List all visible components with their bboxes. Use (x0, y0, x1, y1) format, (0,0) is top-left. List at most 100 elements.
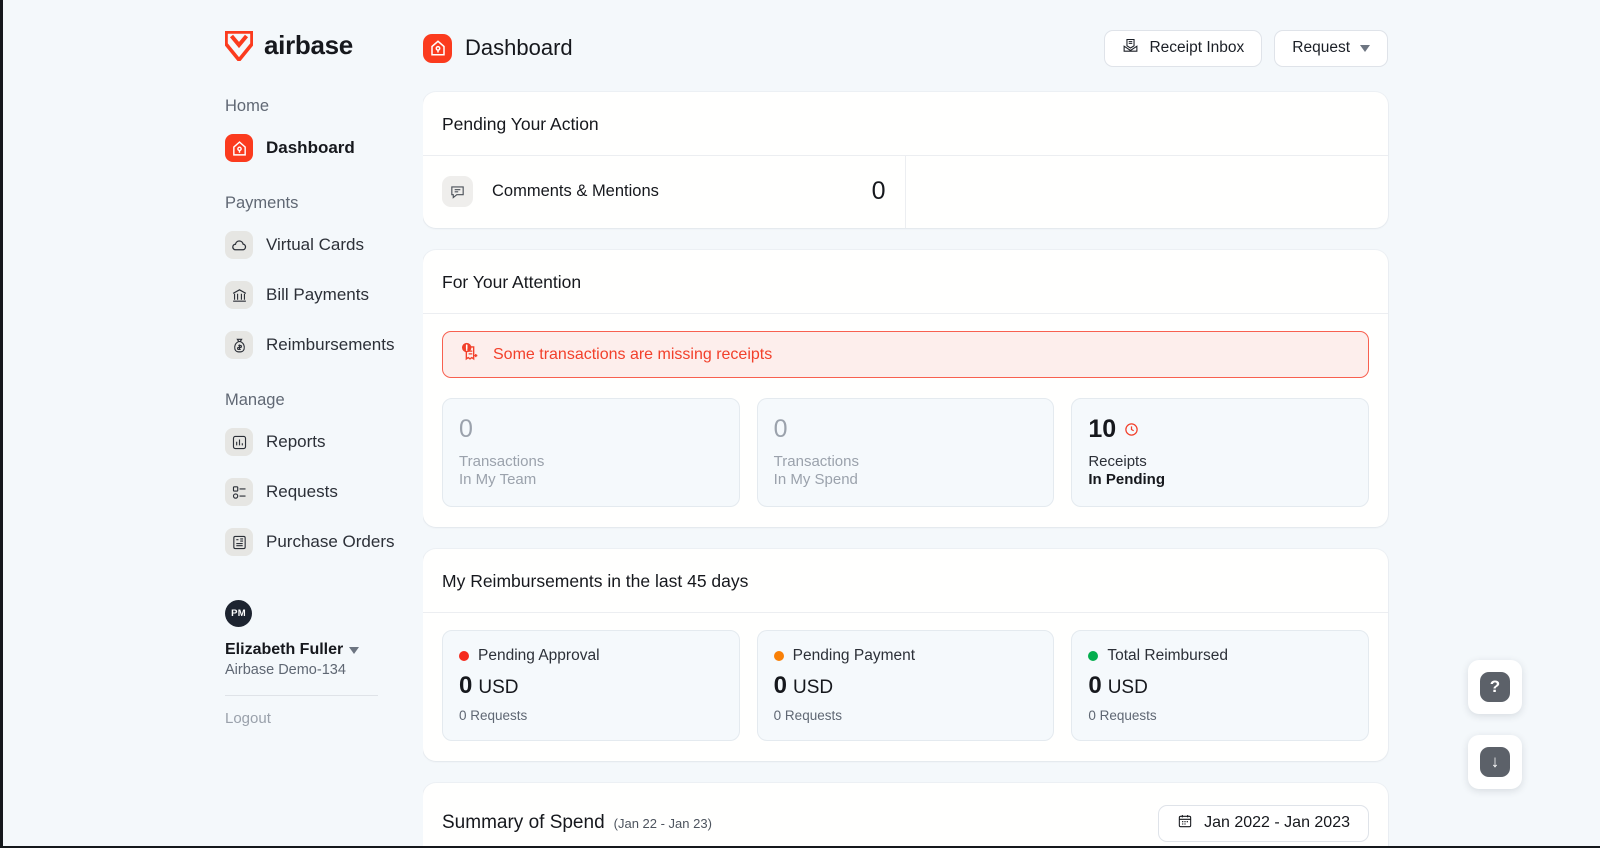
attention-tiles: 0 Transactions In My Team 0 Transactions… (442, 398, 1370, 507)
tile-label: Total Reimbursed (1107, 646, 1228, 664)
page-title-label: Dashboard (465, 35, 573, 60)
status-dot-red (459, 650, 469, 661)
dashboard-cards: Pending Your Action Comments & Mentions … (423, 92, 1600, 846)
logout-link[interactable]: Logout (225, 710, 423, 727)
request-dropdown-button[interactable]: Request (1274, 29, 1388, 67)
tile-amount: 0 (459, 671, 473, 699)
tile-requests: 0 Requests (1088, 707, 1157, 723)
calendar-icon (1177, 813, 1193, 834)
question-mark-icon: ? (1480, 672, 1510, 702)
tile-total-reimbursed[interactable]: Total Reimbursed 0 USD 0 Requests (1071, 629, 1370, 741)
pending-row-count: 0 (871, 177, 886, 205)
missing-receipts-alert[interactable]: Some transactions are missing receipts (442, 331, 1369, 378)
spend-range-note: (Jan 22 - Jan 23) (613, 815, 712, 831)
sidebar-item-requests[interactable]: Requests (3, 472, 423, 512)
tile-pending-approval[interactable]: Pending Approval 0 USD 0 Requests (442, 629, 740, 741)
bar-chart-icon (225, 428, 253, 456)
reimbursements-body: Pending Approval 0 USD 0 Requests Pendin… (423, 613, 1388, 761)
summary-of-spend-card: Summary of Spend (Jan 22 - Jan 23) Jan 2… (423, 782, 1388, 846)
tile-line-2: In My Spend (773, 470, 858, 488)
download-button[interactable]: ↓ (1468, 735, 1522, 789)
sidebar-item-dashboard[interactable]: Dashboard (3, 128, 423, 168)
sidebar-item-label: Bill Payments (266, 285, 369, 304)
request-label: Request (1292, 39, 1350, 56)
tile-line-1: Transactions (459, 452, 545, 470)
sidebar-item-virtual-cards[interactable]: Virtual Cards (3, 225, 423, 265)
sidebar-section-payments: Payments (225, 194, 299, 212)
inbox-icon (1122, 37, 1139, 59)
tile-value: 0 (773, 415, 788, 443)
tile-currency: USD (793, 676, 834, 698)
brand-name: airbase (264, 30, 353, 60)
sidebar-item-bill-payments[interactable]: Bill Payments (3, 275, 423, 315)
user-name-label: Elizabeth Fuller (225, 641, 344, 658)
spend-title: Summary of Spend (442, 812, 605, 834)
sidebar-section-manage: Manage (225, 391, 285, 409)
page-title: Dashboard (423, 33, 573, 63)
tile-currency: USD (1107, 676, 1148, 698)
money-bag-icon (225, 331, 253, 359)
user-org: Airbase Demo-134 (225, 662, 346, 678)
card-title: Pending Your Action (423, 92, 1388, 156)
receipt-warning-icon (459, 341, 481, 368)
tile-value: 10 (1088, 415, 1117, 443)
sidebar-item-reports[interactable]: Reports (3, 422, 423, 462)
sidebar: airbase Home Dashboard Payments Virtual (3, 0, 423, 846)
date-range-label: Jan 2022 - Jan 2023 (1204, 814, 1350, 832)
tile-pending-payment[interactable]: Pending Payment 0 USD 0 Requests (756, 629, 1055, 741)
clock-icon (1124, 415, 1139, 444)
download-arrow-icon: ↓ (1480, 747, 1510, 777)
my-reimbursements-card: My Reimbursements in the last 45 days Pe… (423, 548, 1388, 761)
card-title: For Your Attention (423, 250, 1388, 314)
sidebar-item-label: Reports (266, 432, 326, 451)
card-title: My Reimbursements in the last 45 days (423, 549, 1388, 613)
tile-amount: 0 (1088, 671, 1102, 699)
comment-icon (442, 176, 473, 207)
topbar: Dashboard Receipt Inbox Request (423, 26, 1600, 70)
tile-amount: 0 (773, 671, 788, 699)
receipt-inbox-label: Receipt Inbox (1149, 39, 1245, 56)
reimbursement-tiles: Pending Approval 0 USD 0 Requests Pendin… (442, 629, 1370, 741)
status-dot-orange (773, 650, 784, 661)
tile-currency: USD (478, 676, 519, 698)
attention-body: Some transactions are missing receipts 0… (423, 314, 1388, 527)
invoice-icon (225, 528, 253, 556)
tile-label: Pending Payment (792, 646, 916, 664)
topbar-actions: Receipt Inbox Request (1104, 29, 1388, 67)
receipt-inbox-button[interactable]: Receipt Inbox (1104, 29, 1263, 67)
spend-header: Summary of Spend (Jan 22 - Jan 23) Jan 2… (423, 783, 1388, 846)
tile-line-2: In My Team (459, 470, 537, 488)
pending-row-empty (906, 156, 1389, 228)
tile-requests: 0 Requests (773, 707, 842, 723)
sidebar-item-purchase-orders[interactable]: Purchase Orders (3, 522, 423, 562)
user-profile: PM Elizabeth Fuller Airbase Demo-134 Log… (3, 600, 423, 727)
sidebar-item-label: Dashboard (266, 138, 355, 157)
help-button[interactable]: ? (1468, 660, 1522, 714)
chevron-down-icon (349, 646, 360, 654)
tile-line-2: In Pending (1088, 470, 1166, 488)
main-content: Dashboard Receipt Inbox Request Pending … (423, 0, 1600, 846)
sidebar-item-label: Reimbursements (266, 335, 395, 354)
floating-actions: ? ↓ (1468, 660, 1522, 789)
cloud-icon (225, 231, 253, 259)
sidebar-section-home: Home (225, 97, 270, 115)
pending-row-comments-mentions[interactable]: Comments & Mentions 0 (423, 156, 906, 228)
tile-line-1: Receipts (1088, 452, 1147, 470)
checklist-icon (225, 478, 253, 506)
sidebar-item-label: Requests (266, 482, 338, 501)
tile-line-1: Transactions (773, 452, 859, 470)
bank-icon (225, 281, 253, 309)
tile-transactions-in-my-spend[interactable]: 0 Transactions In My Spend (756, 398, 1055, 507)
divider (225, 695, 378, 696)
brand-logo[interactable]: airbase (3, 30, 423, 61)
tile-receipts-in-pending[interactable]: 10 Receipts In Pending (1071, 398, 1370, 507)
sidebar-item-label: Virtual Cards (266, 235, 364, 254)
app-root: airbase Home Dashboard Payments Virtual (3, 0, 1600, 846)
chevron-down-icon (1360, 44, 1370, 52)
user-name-dropdown[interactable]: Elizabeth Fuller (225, 641, 423, 659)
sidebar-item-reimbursements[interactable]: Reimbursements (3, 325, 423, 365)
date-range-picker[interactable]: Jan 2022 - Jan 2023 (1158, 804, 1369, 842)
airbase-logo-icon (225, 30, 253, 61)
alert-message: Some transactions are missing receipts (493, 345, 773, 363)
tile-transactions-in-my-team[interactable]: 0 Transactions In My Team (442, 398, 740, 507)
